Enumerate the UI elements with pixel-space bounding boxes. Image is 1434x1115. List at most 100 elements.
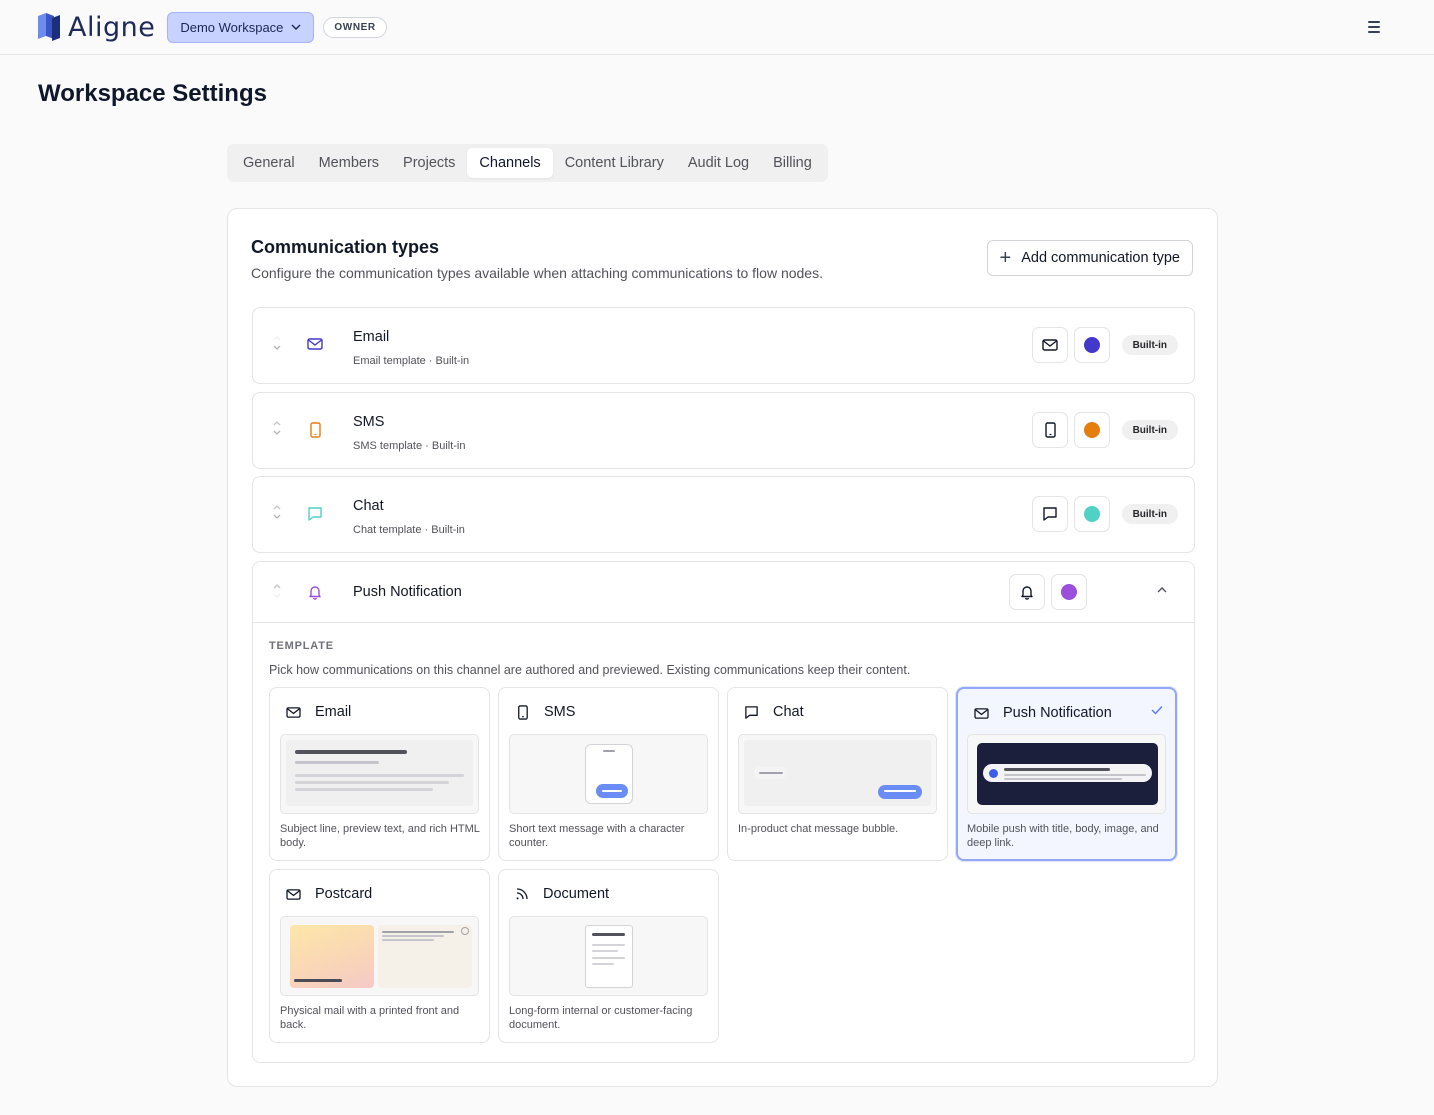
tab-projects[interactable]: Projects	[391, 148, 467, 178]
template-name: Chat	[773, 704, 804, 720]
phone-icon	[310, 422, 321, 438]
channel-row-header[interactable]: Push Notification	[253, 562, 1194, 623]
phone-icon	[518, 704, 528, 720]
tab-general[interactable]: General	[231, 148, 307, 178]
color-swatch	[1083, 337, 1100, 353]
collapse-chevron-icon[interactable]	[1156, 586, 1168, 594]
icon-picker-button[interactable]	[1031, 496, 1068, 532]
channel-meta: SMS template · Built-in	[353, 440, 466, 452]
reorder-handle[interactable]	[272, 419, 282, 437]
section-title: Communication types	[251, 237, 440, 257]
channel-name: Email	[353, 329, 390, 345]
reorder-handle[interactable]	[272, 582, 282, 600]
chevron-down-icon[interactable]	[272, 592, 282, 600]
logo-mark-icon	[38, 13, 60, 41]
template-preview	[280, 916, 479, 996]
bell-icon	[309, 586, 321, 600]
chevron-up-icon[interactable]	[272, 419, 282, 427]
template-preview	[509, 734, 708, 814]
reorder-handle[interactable]	[272, 334, 282, 352]
chevron-up-icon[interactable]	[272, 582, 282, 590]
channel-row-sms: SMS SMS template · Built-in Built-in	[252, 392, 1195, 469]
color-swatch	[1061, 584, 1077, 600]
template-option-document[interactable]: Document Long-form internal or customer-…	[498, 869, 719, 1043]
template-preview	[280, 734, 479, 814]
template-option-push-notification[interactable]: Push Notification Mobile push with title…	[956, 687, 1177, 861]
tab-audit-log[interactable]: Audit Log	[676, 148, 761, 178]
template-preview	[738, 734, 937, 814]
mail-icon	[974, 707, 989, 719]
template-label: TEMPLATE	[269, 640, 334, 652]
built-in-badge: Built-in	[1121, 335, 1178, 355]
template-preview	[967, 734, 1166, 814]
mail-icon	[307, 338, 323, 350]
color-picker-button[interactable]	[1073, 327, 1110, 363]
template-option-email[interactable]: Email Subject line, preview text, and ri…	[269, 687, 490, 861]
communication-types-card: Communication types Configure the commun…	[227, 208, 1218, 1087]
mail-icon	[1041, 339, 1058, 351]
icon-picker-button[interactable]	[1031, 412, 1068, 448]
template-description: Mobile push with title, body, image, and…	[967, 823, 1159, 849]
add-button-label: Add communication type	[1021, 250, 1180, 266]
template-name: Document	[543, 886, 610, 902]
template-name: Email	[315, 704, 352, 720]
color-picker-button[interactable]	[1073, 412, 1110, 448]
brand-name: Aligne	[68, 11, 156, 43]
add-communication-type-button[interactable]: + Add communication type	[986, 240, 1193, 276]
icon-picker-button[interactable]	[1031, 327, 1068, 363]
reorder-handle[interactable]	[272, 503, 282, 521]
mail-icon	[286, 888, 301, 900]
menu-icon[interactable]	[1368, 21, 1388, 33]
template-description: Long-form internal or customer-facing do…	[509, 1005, 693, 1031]
section-subtitle: Configure the communication types availa…	[251, 265, 823, 281]
color-picker-button[interactable]	[1051, 574, 1087, 610]
workspace-label: Demo Workspace	[180, 19, 284, 35]
chat-icon	[308, 507, 322, 521]
channel-meta: Chat template · Built-in	[353, 524, 465, 536]
template-description: In-product chat message bubble.	[738, 823, 899, 835]
tab-content-library[interactable]: Content Library	[553, 148, 676, 178]
template-name: Postcard	[315, 886, 373, 902]
phone-icon	[1044, 422, 1056, 438]
template-name: Push Notification	[1003, 705, 1112, 721]
chevron-down-icon[interactable]	[272, 344, 282, 352]
check-icon	[1151, 706, 1163, 715]
template-option-chat[interactable]: Chat In-product chat message bubble.	[727, 687, 948, 861]
template-hint: Pick how communications on this channel …	[269, 663, 911, 677]
channel-row-email: Email Email template · Built-in Built-in	[252, 307, 1195, 384]
logo[interactable]: Aligne	[38, 12, 155, 43]
template-description: Short text message with a character coun…	[509, 823, 685, 849]
icon-picker-button[interactable]	[1009, 574, 1045, 610]
top-bar: Aligne Demo Workspace OWNER	[0, 0, 1434, 55]
color-picker-button[interactable]	[1073, 496, 1110, 532]
built-in-badge: Built-in	[1121, 504, 1178, 524]
template-option-sms[interactable]: SMS Short text message with a character …	[498, 687, 719, 861]
bell-icon	[1021, 586, 1033, 600]
chevron-up-icon[interactable]	[272, 334, 282, 342]
role-badge: OWNER	[323, 16, 387, 38]
channel-meta: Email template · Built-in	[353, 355, 470, 367]
channel-row-chat: Chat Chat template · Built-in Built-in	[252, 476, 1195, 553]
template-name: SMS	[544, 704, 576, 720]
chat-icon	[745, 705, 758, 719]
rss-icon	[516, 888, 528, 900]
tab-members[interactable]: Members	[307, 148, 391, 178]
channel-name: SMS	[353, 414, 385, 430]
built-in-badge: Built-in	[1121, 420, 1178, 440]
chevron-up-icon[interactable]	[272, 503, 282, 511]
page-title: Workspace Settings	[38, 80, 267, 107]
chevron-down-icon[interactable]	[272, 429, 282, 437]
color-swatch	[1083, 422, 1100, 438]
template-preview	[509, 916, 708, 996]
tab-billing[interactable]: Billing	[761, 148, 824, 178]
channel-row-push-notification: Push Notification TEMPLATE Pick how comm…	[252, 561, 1195, 1063]
tab-channels[interactable]: Channels	[467, 148, 553, 178]
chevron-down-icon	[291, 24, 301, 30]
template-option-postcard[interactable]: Postcard Physical mail with a printed fr…	[269, 869, 490, 1043]
template-description: Physical mail with a printed front and b…	[280, 1005, 460, 1031]
settings-tabs: General Members Projects Channels Conten…	[227, 144, 828, 182]
channel-name: Chat	[353, 498, 384, 514]
template-description: Subject line, preview text, and rich HTM…	[280, 823, 480, 849]
workspace-switcher[interactable]: Demo Workspace	[167, 11, 315, 43]
chevron-down-icon[interactable]	[272, 513, 282, 521]
